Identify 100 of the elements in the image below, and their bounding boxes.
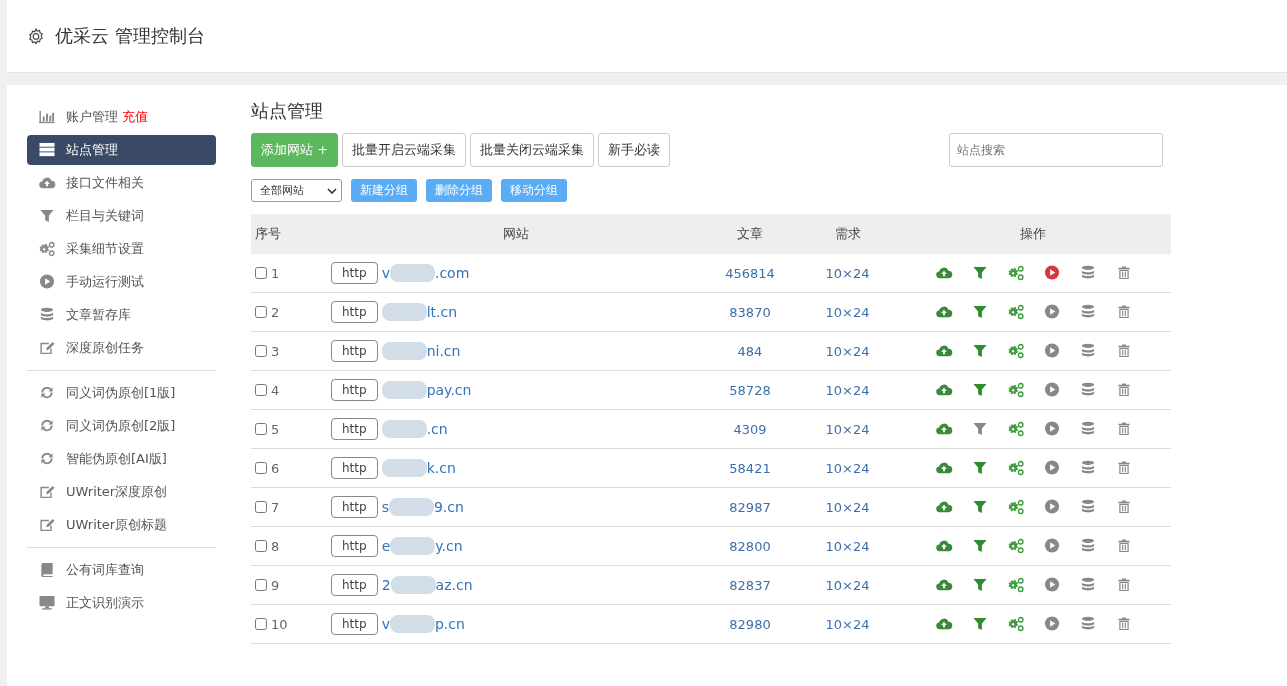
play-icon[interactable] [1043, 421, 1061, 437]
trash-icon [1115, 304, 1133, 320]
column-header: 操作 [895, 214, 1171, 254]
database-icon [1079, 538, 1097, 554]
row-checkbox[interactable] [255, 500, 267, 513]
filter-icon[interactable] [971, 304, 989, 320]
domain-text[interactable]: .com [434, 265, 470, 281]
domain-text[interactable]: v [381, 616, 390, 632]
filter-icon[interactable] [971, 382, 989, 398]
refresh-icon [38, 451, 56, 467]
cloud-upload-icon [935, 616, 953, 632]
cloud-upload-icon [935, 538, 953, 554]
filter-icon[interactable] [971, 616, 989, 632]
console-title: 优采云 管理控制台 [55, 24, 205, 48]
domain-text[interactable]: s [381, 499, 389, 515]
filter-icon[interactable] [971, 421, 989, 437]
sidebar-item[interactable]: 文章暂存库 [27, 300, 216, 330]
toolbar-button[interactable]: 批量关闭云端采集 [470, 133, 595, 167]
row-checkbox[interactable] [255, 422, 267, 435]
sidebar-item[interactable]: UWriter原创标题 [27, 510, 216, 540]
sidebar-item[interactable]: 深度原创任务 [27, 333, 216, 363]
row-checkbox[interactable] [255, 305, 267, 318]
domain-text[interactable]: p.cn [434, 616, 465, 632]
domain-text[interactable]: az.cn [435, 577, 473, 593]
sidebar-item[interactable]: 智能伪原创[AI版] [27, 444, 216, 474]
play-icon[interactable] [1043, 382, 1061, 398]
filter-icon[interactable] [971, 499, 989, 515]
article-count: 4309 [700, 409, 800, 449]
domain-text[interactable]: k.cn [426, 460, 456, 476]
play-icon[interactable] [1043, 304, 1061, 320]
row-checkbox[interactable] [255, 617, 267, 630]
chevron-down-icon [327, 187, 337, 194]
sidebar-item[interactable]: 公有词库查询 [27, 555, 216, 585]
play-icon[interactable] [1043, 616, 1061, 632]
domain-text[interactable]: ni.cn [426, 343, 461, 359]
database-icon [1079, 382, 1097, 398]
sidebar-item[interactable]: 正文识别演示 [27, 588, 216, 618]
column-header: 文章 [700, 214, 800, 254]
row-checkbox[interactable] [255, 383, 267, 396]
sidebar-item[interactable]: 同义词伪原创[2版] [27, 411, 216, 441]
domain-text[interactable]: 2 [381, 577, 391, 593]
row-checkbox[interactable] [255, 461, 267, 474]
row-checkbox[interactable] [255, 539, 267, 552]
bar-chart-icon [38, 109, 56, 125]
gears-icon [1007, 304, 1025, 320]
search-field[interactable]: 站点搜索 [949, 133, 1163, 167]
domain-text[interactable]: v [381, 265, 390, 281]
row-number: 7 [271, 499, 280, 515]
row-number: 1 [271, 265, 280, 281]
domain-text[interactable]: 9.cn [433, 499, 464, 515]
protocol-tag: http [331, 496, 378, 518]
cloud-upload-icon [935, 265, 953, 281]
article-count: 82800 [700, 526, 800, 566]
sidebar-item[interactable]: 手动运行测试 [27, 267, 216, 297]
sidebar-item[interactable]: 采集细节设置 [27, 234, 216, 264]
group-select[interactable]: 全部网站 [251, 179, 342, 202]
sidebar-item[interactable]: UWriter深度原创 [27, 477, 216, 507]
protocol-tag: http [331, 535, 378, 557]
sidebar-item[interactable]: 栏目与关键词 [27, 201, 216, 231]
row-number: 6 [271, 460, 280, 476]
filter-icon[interactable] [971, 343, 989, 359]
sidebar-item[interactable]: 同义词伪原创[1版] [27, 378, 216, 408]
row-checkbox[interactable] [255, 344, 267, 357]
domain-text[interactable]: .cn [426, 421, 448, 437]
filter-icon[interactable] [971, 265, 989, 281]
demand-cell: 10×24 [800, 604, 895, 644]
gears-icon [1007, 499, 1025, 515]
filter-icon[interactable] [971, 577, 989, 593]
trash-icon [1115, 382, 1133, 398]
sidebar-item[interactable]: 站点管理 [27, 135, 216, 165]
domain-text[interactable]: lt.cn [426, 304, 458, 320]
play-icon[interactable] [1043, 499, 1061, 515]
domain-text[interactable]: y.cn [435, 538, 463, 554]
blur-patch [381, 381, 427, 399]
filter-icon[interactable] [971, 538, 989, 554]
row-checkbox[interactable] [255, 266, 267, 279]
play-icon[interactable] [1043, 538, 1061, 554]
gears-icon [1007, 616, 1025, 632]
play-icon[interactable] [1043, 265, 1061, 281]
column-header: 网站 [331, 214, 700, 254]
protocol-tag: http [331, 418, 378, 440]
row-checkbox[interactable] [255, 578, 267, 591]
sidebar-item[interactable]: 接口文件相关 [27, 168, 216, 198]
domain-text[interactable]: pay.cn [426, 382, 472, 398]
book-icon [38, 562, 56, 578]
filter-icon[interactable] [971, 460, 989, 476]
article-count: 83870 [700, 292, 800, 332]
cloud-upload-icon [935, 343, 953, 359]
domain-text[interactable]: e [381, 538, 391, 554]
trash-icon [1115, 265, 1133, 281]
play-icon[interactable] [1043, 343, 1061, 359]
play-icon[interactable] [1043, 577, 1061, 593]
toolbar-button[interactable]: 新手必读 [598, 133, 671, 167]
row-number: 9 [271, 577, 280, 593]
row-number: 3 [271, 343, 280, 359]
gears-icon [1007, 577, 1025, 593]
toolbar-button[interactable]: 批量开启云端采集 [342, 133, 467, 167]
sidebar-item[interactable]: 账户管理 充值 [27, 102, 216, 132]
play-icon[interactable] [1043, 460, 1061, 476]
recharge-link[interactable]: 充值 [122, 108, 148, 126]
